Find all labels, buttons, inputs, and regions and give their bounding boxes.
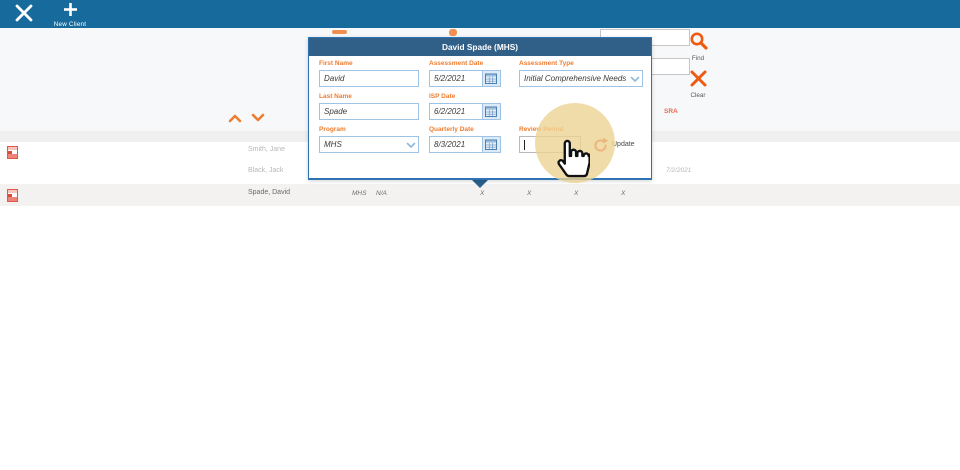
client-name[interactable]: Black, Jack <box>248 167 283 174</box>
first-name-label: First Name <box>319 60 353 67</box>
chevron-down-icon <box>406 142 416 149</box>
report-icon[interactable] <box>7 146 18 159</box>
sort-arrows[interactable] <box>228 110 265 128</box>
close-icon[interactable] <box>15 4 33 22</box>
calendar-icon[interactable] <box>482 104 500 119</box>
update-button[interactable]: Update <box>592 137 609 159</box>
client-edit-dialog: David Spade (MHS) First Name Assessment … <box>308 37 652 180</box>
app-window: New Client Find Clear SRA Smith, Jane <box>0 0 960 470</box>
toolbar: New Client <box>0 0 960 29</box>
last-name-field[interactable] <box>319 103 419 120</box>
assessment-type-select[interactable]: Initial Comprehensive Needs <box>519 70 643 87</box>
chevron-down-icon <box>630 76 640 83</box>
find-label: Find <box>685 55 711 62</box>
client-na: N/A <box>376 190 387 197</box>
assessment-date-field[interactable]: 5/2/2021 <box>429 70 501 87</box>
calendar-icon[interactable] <box>482 137 500 152</box>
review-period-label: Review Period <box>519 126 563 133</box>
sort-up-icon[interactable] <box>228 113 242 123</box>
obscured-label-fragment <box>332 30 347 34</box>
review-period-field[interactable] <box>519 136 581 153</box>
quarterly-date-label: Quarterly Date <box>429 126 474 133</box>
first-name-field[interactable] <box>319 70 419 87</box>
dialog-pointer <box>471 179 489 188</box>
obscured-label-fragment <box>449 29 457 36</box>
column-header-sra: SRA <box>664 108 678 115</box>
find-button[interactable]: Find <box>685 31 711 62</box>
isp-date-field[interactable]: 6/2/2021 <box>429 103 501 120</box>
dialog-title: David Spade (MHS) <box>309 38 651 56</box>
refresh-icon <box>592 137 609 154</box>
new-client-label: New Client <box>44 21 96 28</box>
client-name[interactable]: Smith, Jane <box>248 146 285 153</box>
clear-label: Clear <box>685 92 711 99</box>
program-select[interactable]: MHS <box>319 136 419 153</box>
client-program: MHS <box>352 190 366 197</box>
new-client-button[interactable]: New Client <box>44 0 96 28</box>
mark-x: X <box>480 190 484 197</box>
quarterly-date-field[interactable]: 8/3/2021 <box>429 136 501 153</box>
last-name-label: Last Name <box>319 93 352 100</box>
program-label: Program <box>319 126 346 133</box>
client-date: 7/2/2021 <box>666 167 691 174</box>
calendar-icon[interactable] <box>482 71 500 86</box>
report-icon[interactable] <box>7 189 18 202</box>
sort-down-icon[interactable] <box>251 113 265 123</box>
mark-x: X <box>527 190 531 197</box>
text-caret <box>524 140 525 150</box>
mark-x: X <box>621 190 625 197</box>
plus-icon <box>63 2 78 17</box>
clear-x-icon <box>690 70 707 87</box>
mark-x: X <box>574 190 578 197</box>
client-name[interactable]: Spade, David <box>248 189 290 196</box>
search-icon <box>689 31 708 50</box>
clear-button[interactable]: Clear <box>685 70 711 99</box>
assessment-date-label: Assessment Date <box>429 60 483 67</box>
isp-date-label: ISP Date <box>429 93 455 100</box>
update-label: Update <box>612 141 635 148</box>
assessment-type-label: Assessment Type <box>519 60 574 67</box>
